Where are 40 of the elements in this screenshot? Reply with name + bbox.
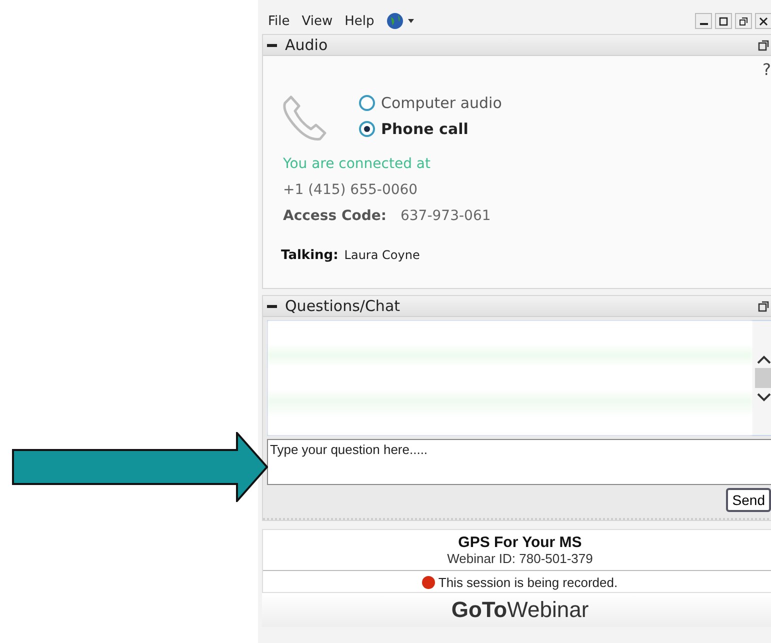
- access-code-label: Access Code:: [283, 208, 386, 224]
- radio-button[interactable]: [359, 95, 375, 111]
- collapse-button[interactable]: [267, 304, 277, 308]
- restore-icon: [739, 16, 748, 26]
- phone-number: +1 (415) 655-0060: [283, 182, 418, 198]
- close-icon: [759, 16, 768, 26]
- webinar-id: Webinar ID: 780-501-379: [263, 551, 771, 571]
- globe-icon[interactable]: [386, 12, 416, 30]
- panel-title: Audio: [285, 36, 328, 54]
- restore-button[interactable]: [735, 13, 752, 29]
- menu-item[interactable]: Help: [344, 14, 374, 28]
- close-button[interactable]: [755, 13, 771, 29]
- send-button[interactable]: Send: [726, 488, 771, 512]
- talking-label: Talking:: [281, 248, 338, 263]
- webinar-title: GPS For Your MS: [458, 534, 582, 551]
- scroll-thumb[interactable]: [755, 368, 771, 388]
- scroll-down-icon[interactable]: [756, 392, 771, 402]
- recording-icon: [422, 576, 436, 589]
- panel-title: Questions/Chat: [285, 297, 400, 315]
- menu-item[interactable]: View: [302, 14, 333, 28]
- scroll-up-icon[interactable]: [756, 354, 771, 364]
- maximize-icon: [719, 16, 728, 26]
- collapse-button[interactable]: [267, 44, 277, 46]
- radio-button[interactable]: [359, 121, 375, 137]
- pop-out-icon[interactable]: [758, 40, 769, 50]
- access-code: 637-973-061: [400, 208, 491, 224]
- connection-status: You are connected at: [283, 156, 432, 172]
- question-input[interactable]: Type your question here.....: [267, 439, 771, 485]
- recording-notice: This session is being recorded.: [438, 575, 618, 590]
- brand-logo: GoToWebinar: [262, 593, 771, 627]
- pop-out-icon[interactable]: [758, 300, 769, 312]
- help-button[interactable]: ?: [762, 60, 771, 79]
- radio-label[interactable]: Computer audio: [381, 94, 502, 112]
- minimize-button[interactable]: [695, 13, 712, 29]
- radio-label[interactable]: Phone call: [381, 120, 468, 138]
- menu-item[interactable]: File: [268, 14, 290, 28]
- talking-name: Laura Coyne: [344, 248, 420, 262]
- minimize-icon: [700, 23, 708, 25]
- phone-icon: [283, 94, 329, 142]
- maximize-button[interactable]: [715, 13, 732, 29]
